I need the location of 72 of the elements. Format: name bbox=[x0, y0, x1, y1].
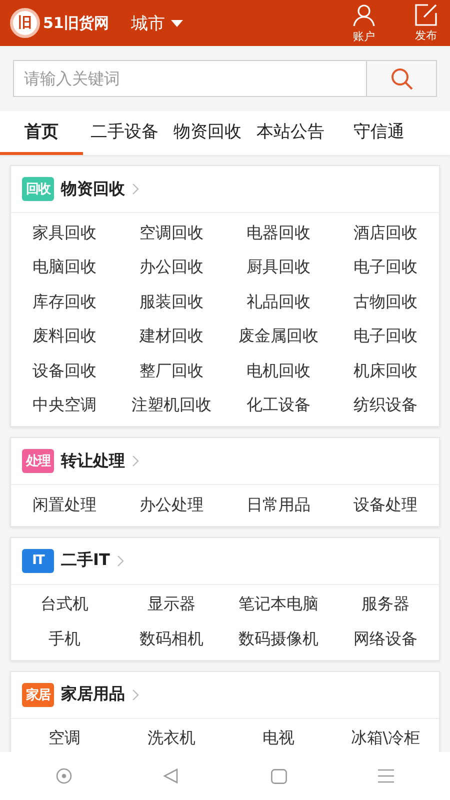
category-link[interactable]: 废金属回收 bbox=[225, 320, 332, 354]
category-link[interactable]: 设备回收 bbox=[11, 354, 118, 388]
section-badge: 处理 bbox=[22, 449, 54, 473]
category-link[interactable]: 纺织设备 bbox=[332, 388, 439, 423]
category-link[interactable]: 设备处理 bbox=[332, 488, 439, 522]
category-link[interactable]: 办公处理 bbox=[118, 488, 225, 522]
category-link[interactable]: 注塑机回收 bbox=[118, 388, 225, 423]
account-button[interactable]: 账户 bbox=[348, 2, 380, 44]
city-dropdown[interactable]: 城市 bbox=[130, 12, 183, 34]
category-link[interactable]: 显示器 bbox=[118, 588, 225, 622]
edit-icon bbox=[415, 4, 437, 26]
logo-text: 51旧货网 bbox=[43, 14, 109, 32]
category-link[interactable]: 电器回收 bbox=[225, 216, 332, 250]
category-link[interactable]: 电视 bbox=[225, 722, 332, 752]
search-field[interactable]: 请输入关键词 bbox=[13, 60, 366, 97]
category-link[interactable]: 库存回收 bbox=[11, 285, 118, 320]
category-link[interactable]: 日常用品 bbox=[225, 488, 332, 522]
chevron-right-icon bbox=[132, 183, 139, 195]
category-link[interactable]: 化工设备 bbox=[225, 388, 332, 423]
category-link[interactable]: 厨具回收 bbox=[225, 250, 332, 285]
section-title[interactable]: 转让处理 bbox=[61, 450, 125, 472]
chevron-right-icon bbox=[132, 688, 139, 700]
category-link[interactable]: 空调 bbox=[11, 722, 118, 752]
category-link[interactable]: 电子回收 bbox=[332, 250, 439, 285]
section-title[interactable]: 物资回收 bbox=[61, 178, 125, 200]
category-link[interactable]: 机床回收 bbox=[332, 354, 439, 388]
category-link[interactable]: 酒店回收 bbox=[332, 216, 439, 250]
caret-icon bbox=[170, 20, 183, 26]
category-link[interactable]: 中央空调 bbox=[11, 388, 118, 423]
section-title[interactable]: 家居用品 bbox=[61, 684, 125, 705]
category-link[interactable]: 电脑回收 bbox=[11, 250, 118, 285]
search-icon bbox=[390, 68, 412, 90]
nav-tab[interactable]: 守信通 bbox=[332, 111, 426, 155]
assistant-icon[interactable] bbox=[56, 768, 72, 784]
menu-icon[interactable] bbox=[378, 769, 394, 783]
category-link[interactable]: 冰箱\冷柜 bbox=[332, 722, 439, 752]
category-link[interactable]: 空调回收 bbox=[118, 216, 225, 250]
publish-button[interactable]: 发布 bbox=[410, 4, 442, 42]
nav-tab[interactable]: 本站公告 bbox=[249, 111, 332, 155]
chevron-right-icon bbox=[116, 554, 124, 566]
category-link[interactable]: 礼品回收 bbox=[225, 285, 332, 320]
section-badge: 家居 bbox=[22, 682, 54, 706]
nav-tab[interactable]: 物资回收 bbox=[166, 111, 249, 155]
category-link[interactable]: 办公回收 bbox=[118, 250, 225, 285]
category-link[interactable]: 家具回收 bbox=[11, 216, 118, 250]
category-link[interactable]: 服务器 bbox=[332, 588, 439, 622]
category-link[interactable]: 数码相机 bbox=[118, 622, 225, 656]
category-link[interactable]: 笔记本电脑 bbox=[225, 588, 332, 622]
chevron-right-icon bbox=[132, 455, 139, 467]
category-link[interactable]: 整厂回收 bbox=[118, 354, 225, 388]
category-link[interactable]: 服装回收 bbox=[118, 285, 225, 320]
category-link[interactable]: 洗衣机 bbox=[118, 722, 225, 752]
category-link[interactable]: 废料回收 bbox=[11, 320, 118, 354]
category-link[interactable]: 电子回收 bbox=[332, 320, 439, 354]
category-link[interactable]: 电机回收 bbox=[225, 354, 332, 388]
person-icon bbox=[352, 2, 376, 26]
category-link[interactable]: 古物回收 bbox=[332, 285, 439, 320]
logo-icon: 旧 bbox=[10, 8, 40, 38]
home-icon[interactable] bbox=[270, 768, 287, 784]
category-link[interactable]: 台式机 bbox=[11, 588, 118, 622]
category-link[interactable]: 网络设备 bbox=[332, 622, 439, 656]
section-badge: IT bbox=[22, 548, 54, 572]
section-badge: 回收 bbox=[22, 177, 54, 201]
back-icon[interactable] bbox=[163, 768, 180, 784]
category-link[interactable]: 手机 bbox=[11, 622, 118, 656]
section-title[interactable]: 二手IT bbox=[61, 550, 110, 571]
category-link[interactable]: 数码摄像机 bbox=[225, 622, 332, 656]
nav-tab[interactable]: 首页 bbox=[0, 111, 83, 155]
category-link[interactable]: 建材回收 bbox=[118, 320, 225, 354]
category-link[interactable]: 闲置处理 bbox=[11, 488, 118, 522]
nav-tab[interactable]: 二手设备 bbox=[83, 111, 166, 155]
search-button[interactable] bbox=[366, 60, 437, 97]
